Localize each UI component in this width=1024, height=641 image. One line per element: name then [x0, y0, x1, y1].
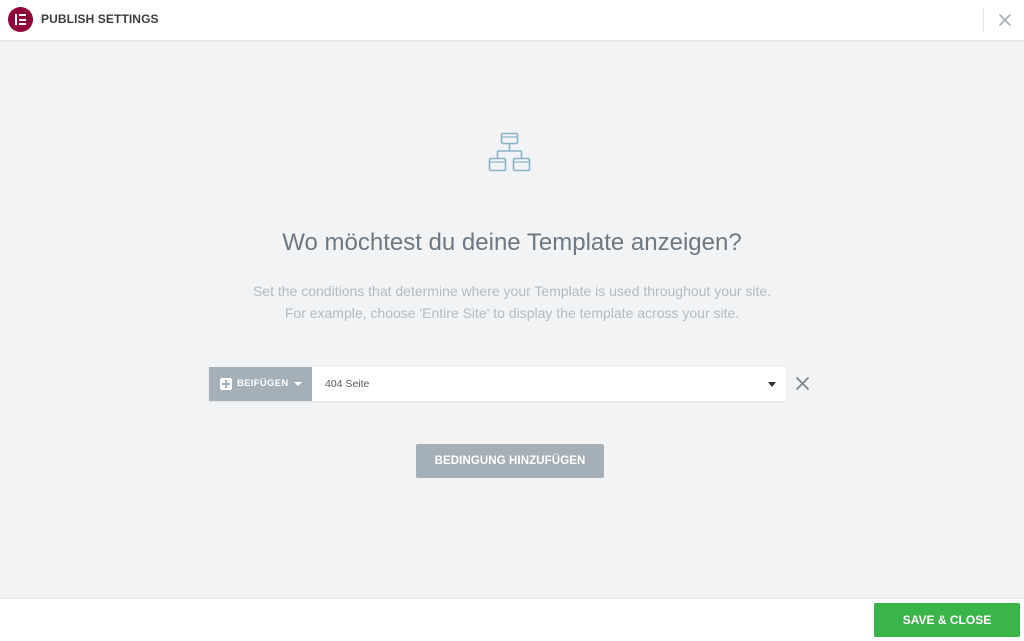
- plus-square-icon: [220, 378, 232, 390]
- close-icon: [999, 14, 1011, 26]
- condition-select[interactable]: 404 Seite: [312, 367, 786, 401]
- save-and-close-button[interactable]: SAVE & CLOSE: [874, 603, 1020, 637]
- caret-down-icon: [768, 382, 776, 387]
- description-line: Set the conditions that determine where …: [252, 283, 772, 299]
- sitemap-icon: [488, 132, 531, 172]
- page-description: Set the conditions that determine where …: [0, 280, 1024, 324]
- close-icon: [796, 377, 809, 390]
- dialog-title: PUBLISH SETTINGS: [41, 12, 159, 26]
- header-divider: [983, 8, 984, 32]
- description-line: For example, choose 'Entire Site' to dis…: [284, 305, 740, 321]
- chevron-down-icon: [294, 382, 302, 386]
- dialog-header: PUBLISH SETTINGS: [0, 0, 1024, 40]
- condition-select-value: 404 Seite: [325, 378, 370, 390]
- condition-row: BEIFÜGEN 404 Seite: [209, 367, 786, 401]
- elementor-logo-icon: [8, 7, 33, 32]
- add-condition-button[interactable]: BEDINGUNG HINZUFÜGEN: [416, 444, 604, 478]
- condition-type-label: BEIFÜGEN: [237, 378, 289, 389]
- remove-condition-button[interactable]: [794, 375, 811, 392]
- dialog-footer: SAVE & CLOSE: [0, 598, 1024, 641]
- page-title: Wo möchtest du deine Template anzeigen?: [282, 229, 742, 256]
- close-button[interactable]: [994, 9, 1016, 31]
- condition-type-dropdown[interactable]: BEIFÜGEN: [209, 367, 312, 401]
